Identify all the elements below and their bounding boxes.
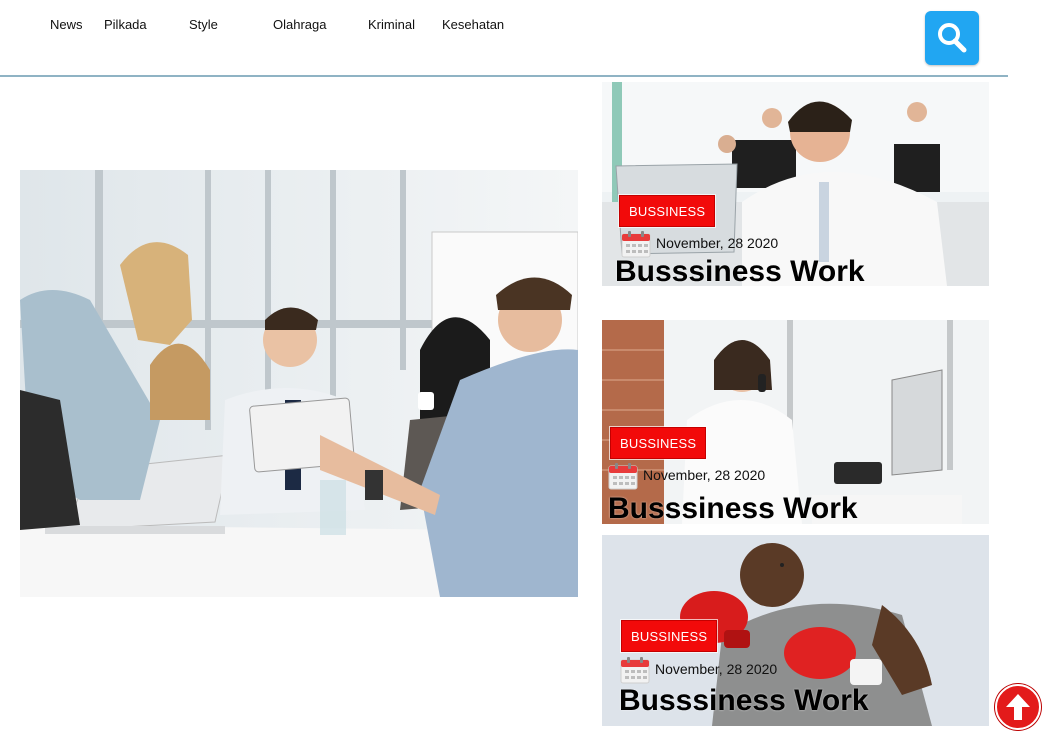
nav-item-kriminal[interactable]: Kriminal	[368, 17, 415, 32]
card-title[interactable]: Busssiness Work	[608, 492, 858, 524]
hero-image[interactable]	[20, 170, 578, 597]
date-text: November, 28 2020	[643, 467, 766, 483]
nav-item-news[interactable]: News	[50, 17, 83, 32]
nav-item-style[interactable]: Style	[189, 17, 218, 32]
news-card[interactable]: BUSSINESS November, 28 2020 Busssiness W…	[602, 82, 989, 286]
category-badge[interactable]: BUSSINESS	[619, 195, 716, 227]
date-text: November, 28 2020	[656, 235, 779, 251]
news-card[interactable]: BUSSINESS November, 28 2020 Busssiness W…	[602, 320, 989, 524]
news-card[interactable]: BUSSINESS November, 28 2020 Busssiness W…	[602, 535, 989, 726]
card-title[interactable]: Busssiness Work	[615, 255, 865, 286]
arrow-up-icon	[1006, 694, 1030, 720]
category-badge[interactable]: BUSSINESS	[610, 427, 707, 459]
nav-item-pilkada[interactable]: Pilkada	[104, 17, 147, 32]
nav-item-olahraga[interactable]: Olahraga	[273, 17, 326, 32]
search-icon	[938, 23, 967, 53]
scroll-to-top-button[interactable]	[995, 684, 1041, 730]
office-team-meeting-photo	[20, 170, 578, 597]
calendar-icon	[620, 657, 650, 684]
search-button[interactable]	[925, 11, 979, 65]
card-title[interactable]: Busssiness Work	[619, 684, 869, 718]
category-badge[interactable]: BUSSINESS	[621, 620, 718, 652]
nav-item-kesehatan[interactable]: Kesehatan	[442, 17, 504, 32]
calendar-icon	[608, 463, 638, 490]
date-text: November, 28 2020	[655, 661, 778, 677]
calendar-icon	[621, 231, 651, 258]
top-navigation: News Pilkada Style Olahraga Kriminal Kes…	[0, 0, 1008, 77]
